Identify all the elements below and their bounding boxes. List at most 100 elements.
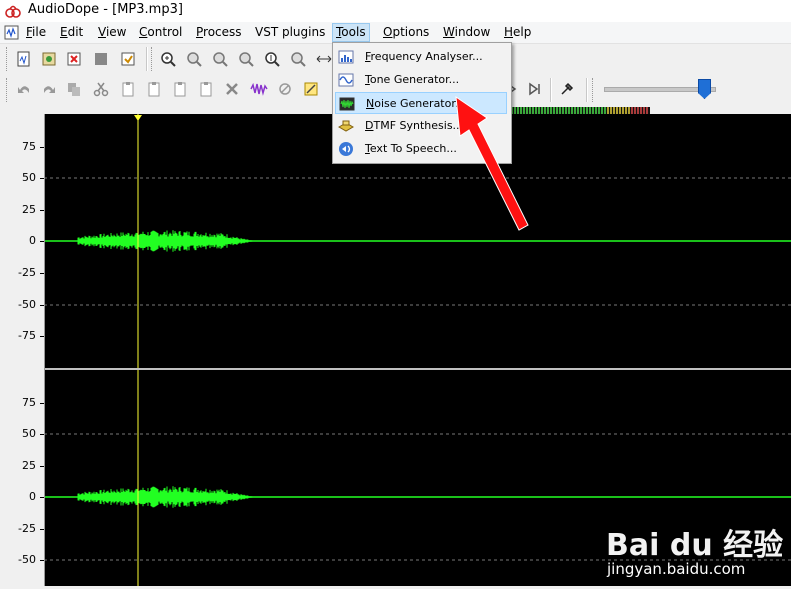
menu-file[interactable]: File <box>23 24 49 41</box>
menu-item-frequency-analyser[interactable]: Frequency Analyser... <box>335 46 507 68</box>
stop-record-button[interactable] <box>90 48 112 70</box>
menu-control[interactable]: Control <box>136 24 185 41</box>
redo-button[interactable] <box>38 78 60 100</box>
noise-generator-icon <box>339 97 355 111</box>
paste-button[interactable] <box>117 78 139 100</box>
edit-pencil-button[interactable] <box>300 78 322 100</box>
waveform-signal <box>77 230 256 252</box>
zoom-vertical-icon <box>265 52 280 67</box>
waveform-signal <box>77 486 256 508</box>
horizontal-arrows-icon <box>316 55 332 63</box>
silence-button[interactable] <box>274 78 296 100</box>
new-file-icon <box>17 51 30 67</box>
zoom-vertical-in-button[interactable] <box>261 48 283 70</box>
ruler-label: 25 <box>22 459 36 472</box>
paste-insert-icon <box>200 82 212 97</box>
ruler-tick <box>40 560 44 561</box>
toolbar-separator <box>550 78 552 102</box>
delete-button[interactable] <box>221 78 243 100</box>
menu-tools[interactable]: Tools <box>332 23 370 42</box>
prohibit-icon <box>279 83 291 95</box>
toolbar-separator <box>146 47 148 71</box>
ruler-label: -25 <box>18 522 36 535</box>
zoom-vertical-out-button[interactable] <box>287 48 309 70</box>
menu-item-label: Tone Generator... <box>365 73 460 86</box>
amplitude-ruler: 75 50 25 0 -25 -50 -75 75 50 25 0 -25 -50 <box>0 114 45 586</box>
zoom-out-icon <box>187 52 202 67</box>
save-file-button[interactable] <box>117 48 139 70</box>
ruler-tick <box>40 466 44 467</box>
menu-window[interactable]: Window <box>440 24 493 41</box>
title-bar: AudioDope - [MP3.mp3] <box>0 0 791 22</box>
pencil-icon <box>304 82 318 96</box>
ruler-label: 0 <box>29 234 36 247</box>
eyedropper-button[interactable] <box>556 78 578 100</box>
channel-divider <box>44 368 791 370</box>
ruler-tick <box>40 403 44 404</box>
ruler-label: -25 <box>18 266 36 279</box>
watermark: Bai du 经验 jingyan.baidu.com <box>603 520 788 586</box>
cut-button[interactable] <box>90 78 112 100</box>
toolbar-separator <box>586 78 588 102</box>
close-file-icon <box>67 52 81 66</box>
document-icon[interactable] <box>4 25 20 40</box>
app-logo-icon <box>5 5 21 18</box>
delete-icon <box>226 83 238 95</box>
zoom-selection-icon <box>213 52 228 67</box>
menu-item-tone-generator[interactable]: Tone Generator... <box>335 69 507 91</box>
waveform-button[interactable] <box>248 78 270 100</box>
undo-button[interactable] <box>13 78 35 100</box>
watermark-url: jingyan.baidu.com <box>607 560 746 578</box>
zoom-full-button[interactable] <box>235 48 257 70</box>
ruler-tick <box>40 336 44 337</box>
zoom-selection-button[interactable] <box>209 48 231 70</box>
waveform-canvas[interactable] <box>0 114 791 586</box>
copy-icon <box>68 83 80 96</box>
menu-options[interactable]: Options <box>380 24 432 41</box>
copy-button[interactable] <box>63 78 85 100</box>
ruler-tick <box>40 273 44 274</box>
menu-edit[interactable]: Edit <box>57 24 86 41</box>
paste-mix-button[interactable] <box>169 78 191 100</box>
zoom-full-icon <box>239 52 254 67</box>
ruler-label: 75 <box>22 140 36 153</box>
close-file-button[interactable] <box>63 48 85 70</box>
ruler-label: 25 <box>22 203 36 216</box>
ruler-tick <box>40 497 44 498</box>
ruler-label: -75 <box>18 329 36 342</box>
paste-new-button[interactable] <box>143 78 165 100</box>
paste-insert-button[interactable] <box>195 78 217 100</box>
toolbar-grip[interactable] <box>6 47 10 71</box>
menu-process[interactable]: Process <box>193 24 245 41</box>
ruler-label: 0 <box>29 490 36 503</box>
toolbar-grip[interactable] <box>6 78 10 102</box>
ruler-tick <box>40 529 44 530</box>
ruler-label: 75 <box>22 396 36 409</box>
toolbar-grip[interactable] <box>151 47 155 71</box>
annotation-arrow <box>455 95 529 231</box>
ruler-label: -50 <box>18 553 36 566</box>
menu-view[interactable]: View <box>95 24 129 41</box>
ruler-tick <box>40 178 44 179</box>
toolbar-grip[interactable] <box>592 78 596 102</box>
waveform-view[interactable] <box>0 114 791 586</box>
cursor-marker[interactable] <box>134 115 142 121</box>
paste-new-icon <box>148 82 160 97</box>
zoom-vertical-out-icon <box>291 52 306 67</box>
ruler-label: 50 <box>22 427 36 440</box>
frequency-analyser-icon <box>338 50 354 64</box>
menu-help[interactable]: Help <box>501 24 534 41</box>
waveform-icon <box>250 82 268 96</box>
new-file-button[interactable] <box>13 48 35 70</box>
ruler-tick <box>40 210 44 211</box>
ruler-tick <box>40 147 44 148</box>
menu-item-label: Frequency Analyser... <box>365 50 483 63</box>
text-to-speech-icon <box>339 142 353 156</box>
open-file-icon <box>42 52 56 66</box>
zoom-out-button[interactable] <box>183 48 205 70</box>
menu-vst-plugins[interactable]: VST plugins <box>252 24 328 41</box>
ruler-label: 50 <box>22 171 36 184</box>
zoom-in-button[interactable] <box>157 48 179 70</box>
open-file-button[interactable] <box>38 48 60 70</box>
stop-icon <box>95 53 107 65</box>
